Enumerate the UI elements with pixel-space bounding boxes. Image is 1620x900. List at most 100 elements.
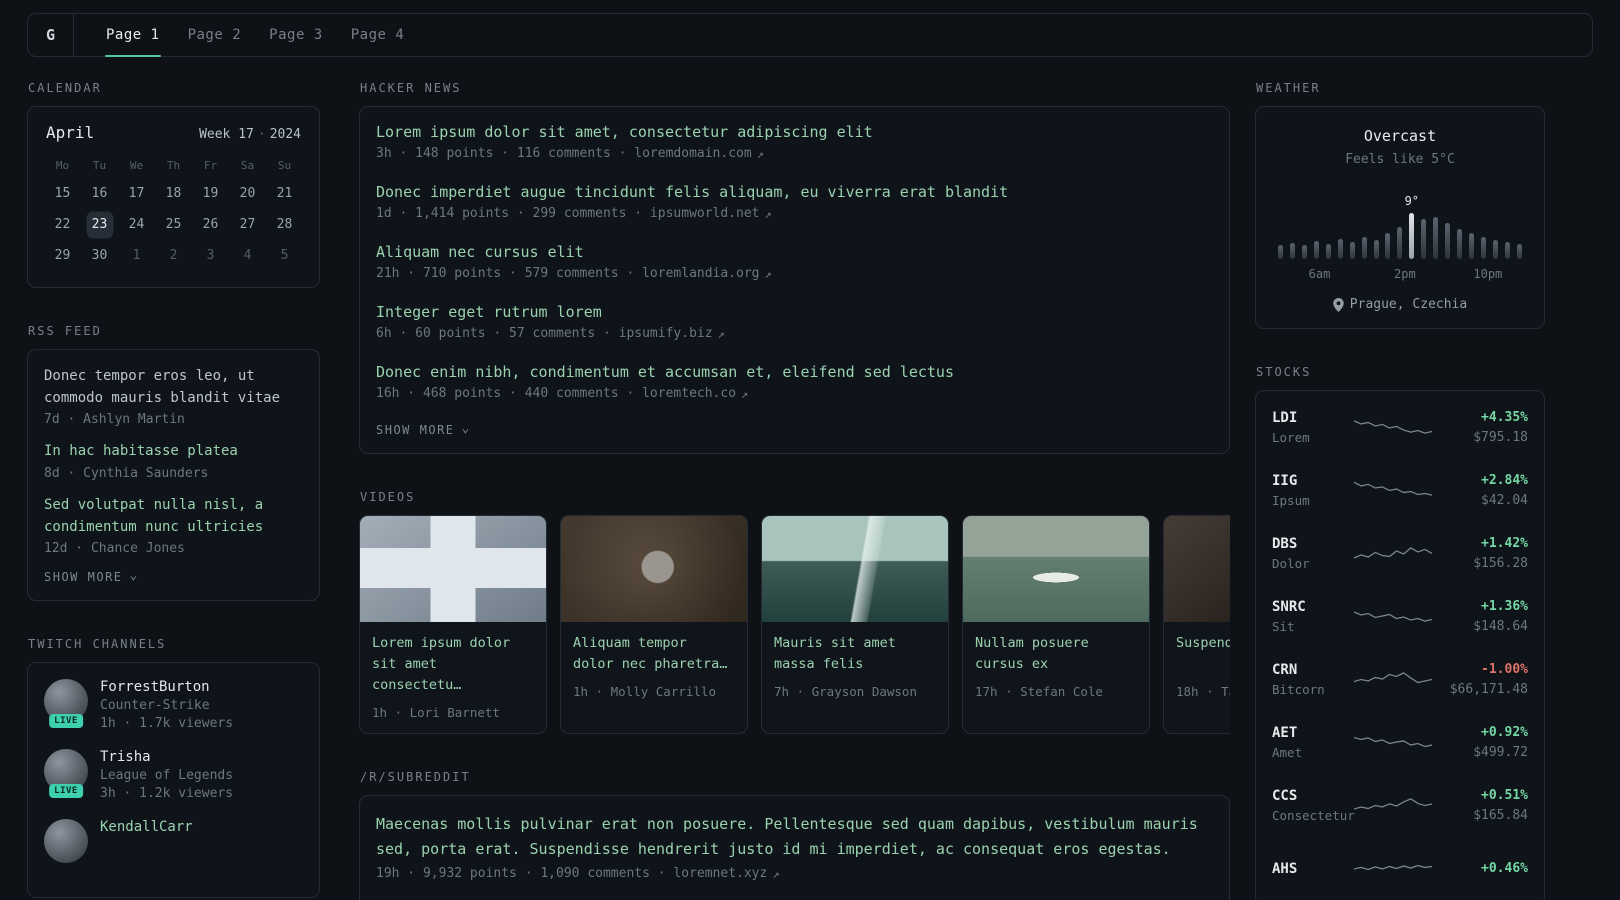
twitch-channel-list: LIVE ForrestBurton Counter-Strike 1h · 1.7k… — [44, 679, 303, 864]
hackernews-item-title[interactable]: Integer eget rutrum lorem — [376, 303, 1213, 321]
video-meta: 17h · Stefan Cole — [975, 684, 1103, 699]
weather-bar — [1337, 239, 1343, 259]
twitch-channel-name: KendallCarr — [100, 819, 193, 836]
app-logo[interactable]: G — [28, 14, 74, 56]
stock-symbol: CRN — [1272, 662, 1298, 678]
tab-page-1[interactable]: Page 1 — [92, 14, 174, 57]
avatar: LIVE — [44, 749, 88, 799]
weather-hour-label: 6am — [1308, 267, 1331, 281]
subreddit-box: Maecenas mollis pulvinar erat non posuer… — [359, 794, 1230, 900]
stock-price: $499.72 — [1473, 745, 1528, 760]
video-title[interactable]: Suspendisse diam — [1176, 633, 1230, 675]
rss-item-title[interactable]: Sed volutpat nulla nisl, a condimentum n… — [44, 495, 303, 538]
dashboard-page: G Page 1 Page 2 Page 3 Page 4 CALENDAR Apri… — [0, 0, 1620, 900]
twitch-channel-viewers: 1h · 1.7k viewers — [100, 716, 234, 732]
stock-sparkline — [1354, 481, 1432, 496]
hackernews-show-more-button[interactable]: SHOW MORE ⌄ — [376, 422, 1213, 438]
avatar — [44, 819, 88, 864]
subreddit-post-title[interactable]: Maecenas mollis pulvinar erat non posuer… — [376, 812, 1213, 862]
weather-location: Prague, Czechia — [1349, 297, 1468, 312]
weekday-label: Tu — [92, 159, 107, 172]
rss-show-more-button[interactable]: SHOW MORE ⌄ — [44, 567, 303, 585]
stock-row[interactable]: AET Amet +0.92% $499.72 — [1272, 711, 1528, 774]
tab-page-2[interactable]: Page 2 — [174, 14, 256, 56]
live-badge: LIVE — [49, 714, 83, 729]
video-card[interactable]: Suspendisse diam 18h · Tara — [1163, 515, 1230, 734]
stock-row[interactable]: DBS Dolor +1.42% $156.28 — [1272, 522, 1528, 585]
stock-price: $42.04 — [1481, 493, 1528, 508]
twitch-channel[interactable]: LIVE ForrestBurton Counter-Strike 1h · 1.7k… — [44, 679, 303, 731]
stock-name: Lorem — [1272, 430, 1310, 445]
video-card-body: Nullam posuere cursus ex 17h · Stefan Col… — [963, 622, 1149, 712]
stock-change: +1.42% — [1481, 536, 1528, 551]
weather-bar — [1313, 241, 1319, 259]
stock-change: +4.35% — [1481, 410, 1528, 425]
stock-sparkline — [1354, 797, 1432, 810]
twitch-channel[interactable]: LIVE Trisha League of Legends 3h · 1.2k vie… — [44, 749, 303, 801]
weekday-label: Su — [277, 159, 292, 172]
hackernews-item-meta: 6h · 60 points · 57 comments · ipsumify.… — [376, 326, 1213, 341]
show-more-label: SHOW MORE — [376, 423, 455, 437]
video-card[interactable]: Mauris sit amet massa felis 7h · Grayson … — [761, 515, 949, 734]
stock-row[interactable]: AHS +0.46% — [1272, 837, 1528, 900]
stock-row[interactable]: LDI Lorem +4.35% $795.18 — [1272, 396, 1528, 459]
video-meta: 1h · Lori Barnett — [372, 704, 500, 720]
calendar-header: April Week 17 · 2024 — [44, 123, 303, 142]
chevron-down-icon: ⌄ — [129, 567, 139, 583]
stock-row[interactable]: CCS Consectetur +0.51% $165.84 — [1272, 774, 1528, 837]
hackernews-item-title[interactable]: Aliquam nec cursus elit — [376, 243, 1213, 261]
hackernews-item-title[interactable]: Donec enim nibh, condimentum et accumsan… — [376, 363, 1213, 381]
video-title[interactable]: Aliquam tempor dolor nec pharetra… — [573, 633, 735, 675]
stock-id: CRN Bitcorn — [1272, 662, 1354, 697]
calendar-day: 24 — [128, 217, 145, 232]
twitch-widget-title: TWITCH CHANNELS — [28, 637, 167, 652]
avatar: LIVE — [44, 679, 88, 729]
tab-page-4[interactable]: Page 4 — [337, 14, 419, 56]
video-card[interactable]: Aliquam tempor dolor nec pharetra… 1h · M… — [560, 515, 748, 734]
weather-bar — [1301, 245, 1307, 259]
stock-row[interactable]: IIG Ipsum +2.84% $42.04 — [1272, 459, 1528, 522]
weather-bar-current: 9° — [1405, 194, 1419, 259]
stock-price: $148.64 — [1473, 619, 1528, 634]
weekday-label: We — [129, 159, 144, 172]
left-column: CALENDAR April Week 17 · 2024 Mo Tu We Th Fr Sa… — [27, 81, 320, 900]
calendar-weekday-row: Mo Tu We Th Fr Sa Su — [44, 154, 303, 178]
hackernews-item-title[interactable]: Donec imperdiet augue tincidunt felis al… — [376, 183, 1213, 201]
video-card[interactable]: Nullam posuere cursus ex 17h · Stefan Col… — [962, 515, 1150, 734]
dashboard-content: CALENDAR April Week 17 · 2024 Mo Tu We Th Fr Sa… — [0, 57, 1620, 900]
rss-widget-title: RSS FEED — [28, 324, 102, 338]
video-title[interactable]: Nullam posuere cursus ex — [975, 633, 1137, 675]
weather-box: Overcast Feels like 5°C 9° 6am 2pm 10pm Pr… — [1255, 106, 1545, 329]
tab-page-3[interactable]: Page 3 — [255, 14, 337, 56]
stock-row[interactable]: CRN Bitcorn -1.00% $66,171.48 — [1272, 648, 1528, 711]
stock-values: +1.36% $148.64 — [1473, 599, 1528, 634]
video-title[interactable]: Lorem ipsum dolor sit amet consectetu… — [372, 633, 534, 696]
weather-bar — [1516, 244, 1522, 259]
weekday-label: Fr — [203, 159, 218, 172]
calendar-day: 27 — [239, 217, 256, 232]
weather-hour-labels: 6am 2pm 10pm — [1278, 267, 1522, 283]
rss-box: Donec tempor eros leo, ut commodo mauris… — [27, 349, 320, 602]
stock-id: CCS Consectetur — [1272, 788, 1355, 823]
twitch-channel-game: League of Legends — [100, 768, 234, 784]
video-title[interactable]: Mauris sit amet massa felis — [774, 633, 936, 675]
rss-item-title[interactable]: Donec tempor eros leo, ut commodo mauris… — [44, 366, 303, 409]
calendar-day-selected: 23 — [81, 209, 118, 240]
video-card[interactable]: Lorem ipsum dolor sit amet consectetu… 1h… — [359, 515, 547, 734]
stock-values: +0.92% $499.72 — [1473, 725, 1528, 760]
stock-price: $165.84 — [1473, 808, 1528, 823]
weather-location-row: Prague, Czechia — [1274, 297, 1526, 312]
stock-row[interactable]: SNRC Sit +1.36% $148.64 — [1272, 585, 1528, 648]
video-thumbnail — [1164, 516, 1230, 622]
hackernews-item-title[interactable]: Lorem ipsum dolor sit amet, consectetur … — [376, 123, 1213, 141]
twitch-channel[interactable]: KendallCarr — [44, 819, 303, 864]
calendar-week-year: Week 17 · 2024 — [199, 127, 301, 142]
calendar-week: Week 17 — [199, 127, 254, 142]
rss-item-title[interactable]: In hac habitasse platea — [44, 441, 303, 463]
twitch-channel-viewers: 3h · 1.2k viewers — [100, 786, 234, 802]
stock-name: Sit — [1272, 619, 1295, 634]
hackernews-item-meta-text: 3h · 148 points · 116 comments · loremdo… — [376, 146, 752, 161]
calendar-day: 3 — [206, 248, 215, 263]
twitch-channel-info: ForrestBurton Counter-Strike 1h · 1.7k vie… — [100, 679, 233, 731]
hackernews-item-meta-text: 21h · 710 points · 579 comments · loreml… — [376, 266, 760, 281]
